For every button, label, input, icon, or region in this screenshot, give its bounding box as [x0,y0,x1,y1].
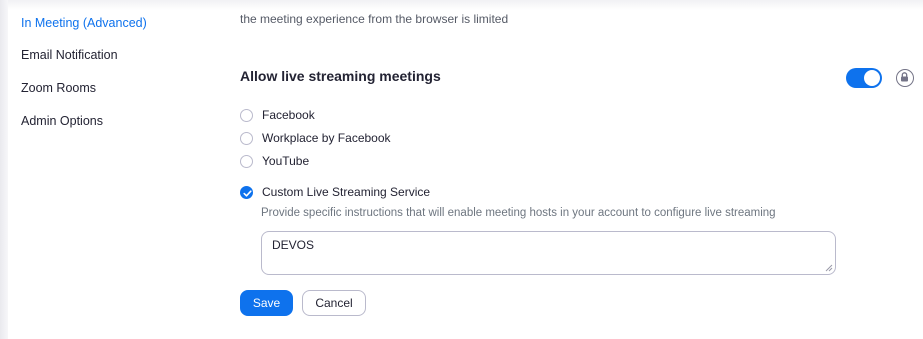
option-facebook[interactable]: Facebook [240,107,315,123]
live-streaming-toggle[interactable] [846,68,882,88]
checkbox-youtube[interactable] [240,154,253,168]
option-workplace-by-facebook[interactable]: Workplace by Facebook [240,130,391,146]
previous-setting-description: the meeting experience from the browser … [240,12,509,26]
custom-instructions-textarea[interactable]: DEVOS [261,231,836,275]
checkbox-workplace-by-facebook[interactable] [240,131,253,145]
lock-icon[interactable] [896,69,914,87]
checkbox-custom-live-streaming[interactable] [240,185,253,199]
setting-title: Allow live streaming meetings [240,68,441,84]
resize-handle-icon[interactable] [825,264,833,272]
option-facebook-label: Facebook [262,108,315,122]
checkbox-facebook[interactable] [240,108,253,122]
save-button[interactable]: Save [240,290,293,316]
cancel-button[interactable]: Cancel [302,290,366,316]
option-custom-label: Custom Live Streaming Service [262,185,431,199]
option-workplace-label: Workplace by Facebook [262,131,391,145]
option-custom-live-streaming[interactable]: Custom Live Streaming Service [240,184,430,200]
option-youtube-label: YouTube [262,154,310,168]
settings-main: the meeting experience from the browser … [0,0,923,339]
custom-service-hint: Provide specific instructions that will … [261,207,776,219]
custom-instructions-value: DEVOS [272,238,315,252]
check-icon [243,189,252,197]
option-youtube[interactable]: YouTube [240,153,309,169]
toggle-knob [864,70,880,86]
